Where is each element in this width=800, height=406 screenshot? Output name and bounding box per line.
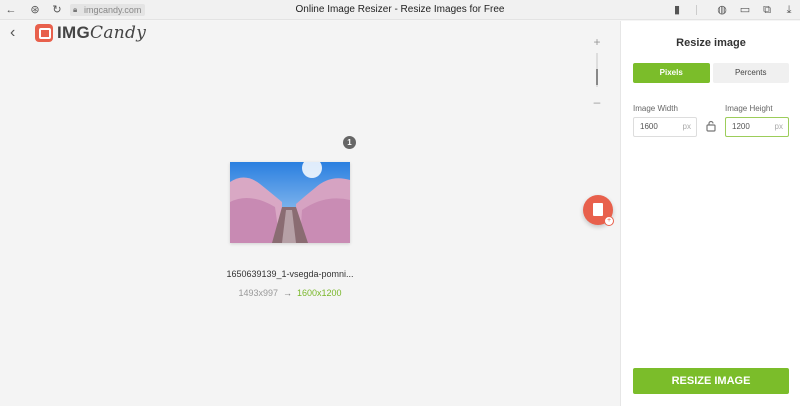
width-input[interactable]: 1600 px xyxy=(633,117,697,137)
zoom-out-button[interactable]: – xyxy=(590,95,604,109)
resize-image-button[interactable]: RESIZE IMAGE xyxy=(633,368,789,394)
zoom-in-button[interactable]: + xyxy=(590,35,604,49)
logo-img-text: IMG xyxy=(57,23,91,42)
bookmark-icon[interactable]: ▮ xyxy=(670,3,684,17)
add-file-button[interactable]: + xyxy=(583,195,614,226)
height-value: 1200 xyxy=(732,122,750,131)
workspace: ‹ IMGCandy + – 1 1650639139_1-vsegda-pom… xyxy=(0,21,620,406)
download-icon[interactable]: ⤓ xyxy=(782,3,796,17)
file-count-badge: 1 xyxy=(343,136,356,149)
back-icon[interactable]: ← xyxy=(4,3,18,17)
tab-pixels[interactable]: Pixels xyxy=(633,63,710,83)
tab-percents[interactable]: Percents xyxy=(712,63,789,83)
panel-title: Resize image xyxy=(676,37,746,49)
dimensions-info: 1493x997 → 1600x1200 xyxy=(200,288,380,298)
browser-toolbar: ← ⊛ ↻ 🔒︎ imgcandy.com Online Image Resiz… xyxy=(0,0,800,20)
height-unit: px xyxy=(774,122,783,131)
address-bar[interactable]: 🔒︎ imgcandy.com xyxy=(70,4,146,16)
file-name: 1650639139_1-vsegda-pomni... xyxy=(226,269,354,279)
height-input[interactable]: 1200 px xyxy=(725,117,789,137)
zoom-control[interactable]: + – xyxy=(590,35,604,115)
add-badge-icon: + xyxy=(604,216,614,226)
resize-panel: Resize image Pixels Percents Image Width… xyxy=(620,21,800,406)
globe-icon[interactable]: ◍ xyxy=(715,3,729,17)
toolbar-divider xyxy=(696,5,697,15)
reload-icon[interactable]: ↻ xyxy=(50,3,64,17)
unit-tabs: Pixels Percents xyxy=(633,63,789,83)
image-thumbnail[interactable] xyxy=(230,162,350,243)
url-text: imgcandy.com xyxy=(84,5,142,15)
width-unit: px xyxy=(682,122,691,131)
battery-icon[interactable]: ▭ xyxy=(738,3,752,17)
width-label: Image Width xyxy=(633,104,678,113)
aspect-lock-icon[interactable] xyxy=(705,120,717,132)
width-value: 1600 xyxy=(640,122,658,131)
arrow-right-icon: → xyxy=(283,288,292,298)
logo-candy-text: Candy xyxy=(90,23,147,43)
thumbnail-graphic xyxy=(230,162,350,243)
new-dimensions: 1600x1200 xyxy=(297,288,342,298)
back-chevron-icon[interactable]: ‹ xyxy=(10,25,24,41)
translate-icon[interactable]: ⧉ xyxy=(760,3,774,17)
logo[interactable]: IMGCandy xyxy=(35,23,146,43)
zoom-thumb[interactable] xyxy=(596,69,598,85)
file-icon xyxy=(593,203,603,216)
logo-icon xyxy=(35,24,53,42)
original-dimensions: 1493x997 xyxy=(238,288,278,298)
height-label: Image Height xyxy=(725,104,773,113)
lock-icon: 🔒︎ xyxy=(73,5,78,14)
shield-icon[interactable]: ⊛ xyxy=(28,3,42,17)
